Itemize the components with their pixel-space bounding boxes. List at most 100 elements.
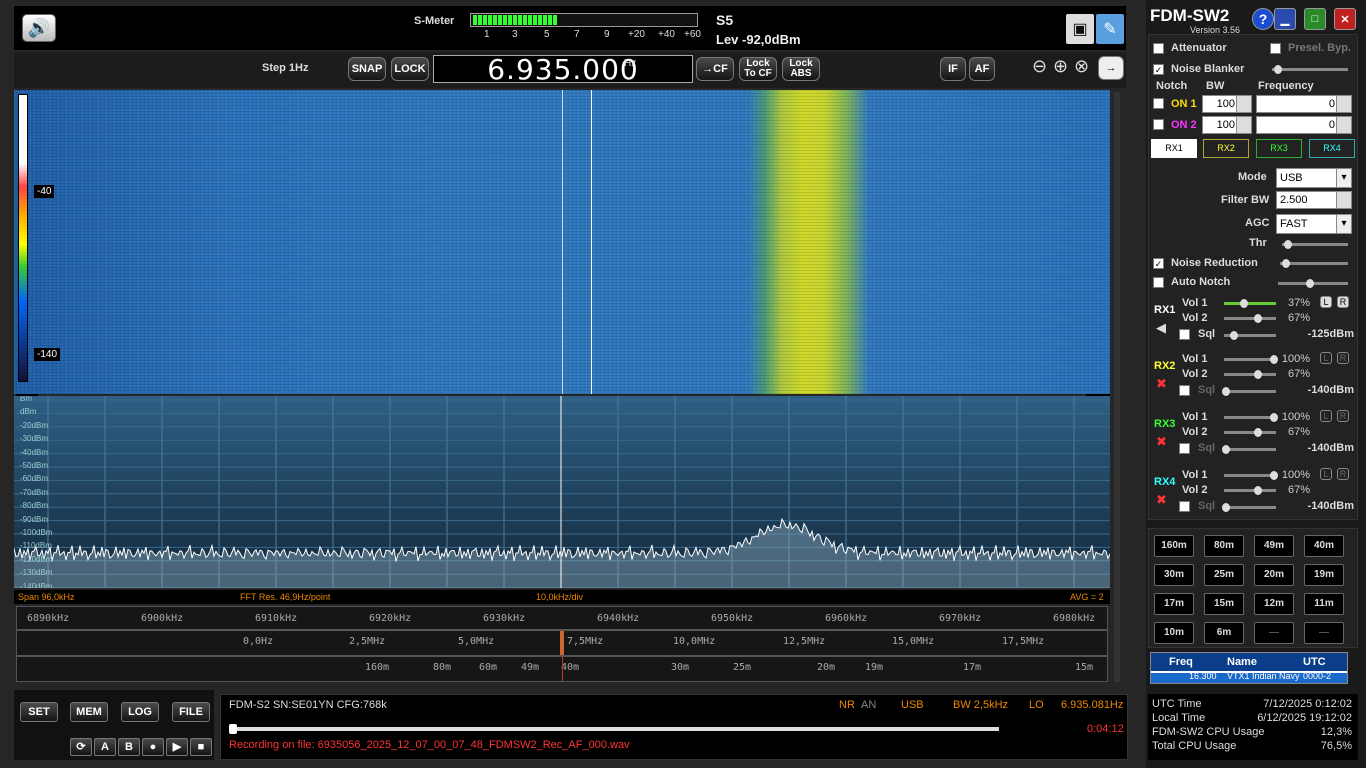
rx2-vol2-slider[interactable] (1224, 370, 1276, 379)
af-button[interactable]: AF (969, 57, 995, 81)
slider-knob[interactable] (1254, 428, 1262, 437)
slider-knob[interactable] (1254, 314, 1262, 323)
b-button[interactable]: B (118, 738, 140, 756)
band-button[interactable]: 160m (1154, 535, 1194, 557)
playback-knob[interactable] (229, 724, 237, 734)
band-button[interactable]: 19m (1304, 564, 1344, 586)
rx4-sql-checkbox[interactable] (1179, 501, 1190, 512)
auto-notch-checkbox[interactable] (1153, 277, 1164, 288)
lock-abs-button[interactable]: Lock ABS (782, 57, 820, 81)
slider-knob[interactable] (1222, 503, 1230, 512)
notch1-bw[interactable]: 100 (1202, 95, 1252, 113)
list-utc-header[interactable]: UTC (1303, 656, 1326, 668)
band-button[interactable]: 17m (1154, 593, 1194, 615)
band-button[interactable]: 12m (1254, 593, 1294, 615)
close-icon[interactable]: ✕ (1334, 8, 1356, 30)
band-button[interactable]: 49m (1254, 535, 1294, 557)
speaker-icon[interactable]: ◀ (1156, 320, 1166, 336)
speaker-muted-icon[interactable]: ✖ (1156, 492, 1167, 508)
list-name-header[interactable]: Name (1227, 656, 1257, 668)
speaker-muted-icon[interactable]: ✖ (1156, 376, 1167, 392)
rx1-vol1-slider[interactable] (1224, 299, 1276, 308)
device-icon[interactable]: ▣ (1066, 14, 1094, 44)
speaker-muted-icon[interactable]: ✖ (1156, 434, 1167, 450)
slider-knob[interactable] (1270, 471, 1278, 480)
rx2-sql-slider[interactable] (1222, 387, 1276, 396)
center-freq-button[interactable]: →CF (696, 57, 734, 81)
lock-to-cf-button[interactable]: Lock To CF (739, 57, 777, 81)
filter-bw-input[interactable]: 2.500 (1276, 191, 1352, 209)
tab-rx1[interactable]: RX1 (1151, 139, 1197, 158)
noise-blanker-checkbox[interactable]: ✓ (1153, 64, 1164, 75)
agc-select[interactable]: FAST (1276, 214, 1352, 234)
play-icon[interactable]: ▶ (166, 738, 188, 756)
noise-reduction-checkbox[interactable]: ✓ (1153, 258, 1164, 269)
notch2-freq[interactable]: 0 (1256, 116, 1352, 134)
presel-checkbox[interactable] (1270, 43, 1281, 54)
help-icon[interactable]: ? (1252, 8, 1274, 30)
rx3-sql-checkbox[interactable] (1179, 443, 1190, 454)
stop-icon[interactable]: ■ (190, 738, 212, 756)
vertical-scrollbar[interactable] (1114, 92, 1120, 682)
zoom-reset-icon[interactable]: ⊗ (1074, 56, 1089, 77)
rx3-vol1-slider[interactable] (1224, 413, 1278, 422)
band-button[interactable]: — (1254, 622, 1294, 644)
band-button[interactable]: 30m (1154, 564, 1194, 586)
maximize-icon[interactable]: □ (1304, 8, 1326, 30)
rx1-vol2-slider[interactable] (1224, 314, 1276, 323)
slider-knob[interactable] (1240, 299, 1248, 308)
rx2-right-button[interactable]: R (1337, 352, 1349, 364)
band-button[interactable]: 15m (1204, 593, 1244, 615)
rx1-left-button[interactable]: L (1320, 296, 1332, 308)
zoom-out-icon[interactable]: ⊖ (1032, 56, 1047, 77)
notch1-checkbox[interactable] (1153, 98, 1164, 109)
notch2-bw[interactable]: 100 (1202, 116, 1252, 134)
noise-blanker-slider[interactable] (1272, 65, 1348, 74)
frequency-axis[interactable]: 6890kHz 6900kHz 6910kHz 6920kHz 6930kHz 6940k… (16, 606, 1108, 630)
if-axis[interactable]: 0,0Hz 2,5MHz 5,0MHz 7,5MHz 10,0MHz 12,5MHz 15,… (16, 630, 1108, 656)
rx1-right-button[interactable]: R (1337, 296, 1349, 308)
band-button[interactable]: 20m (1254, 564, 1294, 586)
rx3-right-button[interactable]: R (1337, 410, 1349, 422)
notch2-checkbox[interactable] (1153, 119, 1164, 130)
attenuator-checkbox[interactable] (1153, 43, 1164, 54)
slider-knob[interactable] (1254, 370, 1262, 379)
playback-progress[interactable] (229, 727, 999, 731)
band-button[interactable]: 25m (1204, 564, 1244, 586)
set-button[interactable]: SET (20, 702, 58, 722)
mem-button[interactable]: MEM (70, 702, 108, 722)
slider-knob[interactable] (1230, 331, 1238, 340)
auto-notch-slider[interactable] (1278, 279, 1348, 288)
rx4-left-button[interactable]: L (1320, 468, 1332, 480)
lock-button[interactable]: LOCK (391, 57, 429, 81)
snap-button[interactable]: SNAP (348, 57, 386, 81)
slider-knob[interactable] (1222, 387, 1230, 396)
band-button[interactable]: 11m (1304, 593, 1344, 615)
rx4-vol2-slider[interactable] (1224, 486, 1276, 495)
loop-icon[interactable]: ⟳ (70, 738, 92, 756)
rx4-right-button[interactable]: R (1337, 468, 1349, 480)
rx2-sql-checkbox[interactable] (1179, 385, 1190, 396)
band-axis[interactable]: 160m 80m 60m 49m 40m 30m 25m 20m 19m 17m 15m (16, 656, 1108, 682)
speaker-icon[interactable]: 🔊 (22, 14, 56, 42)
zoom-in-icon[interactable]: ⊕ (1053, 56, 1068, 77)
thr-slider[interactable] (1282, 240, 1348, 249)
tab-rx3[interactable]: RX3 (1256, 139, 1302, 158)
band-button[interactable]: — (1304, 622, 1344, 644)
station-list[interactable]: Freq Name UTC 16.300 VTX1 Indian Navy 00… (1150, 652, 1348, 684)
band-button[interactable]: 10m (1154, 622, 1194, 644)
noise-reduction-slider[interactable] (1280, 259, 1348, 268)
band-button[interactable]: 6m (1204, 622, 1244, 644)
list-item[interactable]: 16.300 VTX1 Indian Navy 0000-2 (1151, 673, 1347, 683)
notch1-freq[interactable]: 0 (1256, 95, 1352, 113)
rx2-vol1-slider[interactable] (1224, 355, 1278, 364)
rx2-left-button[interactable]: L (1320, 352, 1332, 364)
rx4-sql-slider[interactable] (1222, 503, 1276, 512)
tab-rx2[interactable]: RX2 (1203, 139, 1249, 158)
band-button[interactable]: 80m (1204, 535, 1244, 557)
rx3-left-button[interactable]: L (1320, 410, 1332, 422)
band-button[interactable]: 40m (1304, 535, 1344, 557)
slider-knob[interactable] (1270, 355, 1278, 364)
frequency-display[interactable]: 6.935.000 (433, 55, 693, 84)
a-button[interactable]: A (94, 738, 116, 756)
